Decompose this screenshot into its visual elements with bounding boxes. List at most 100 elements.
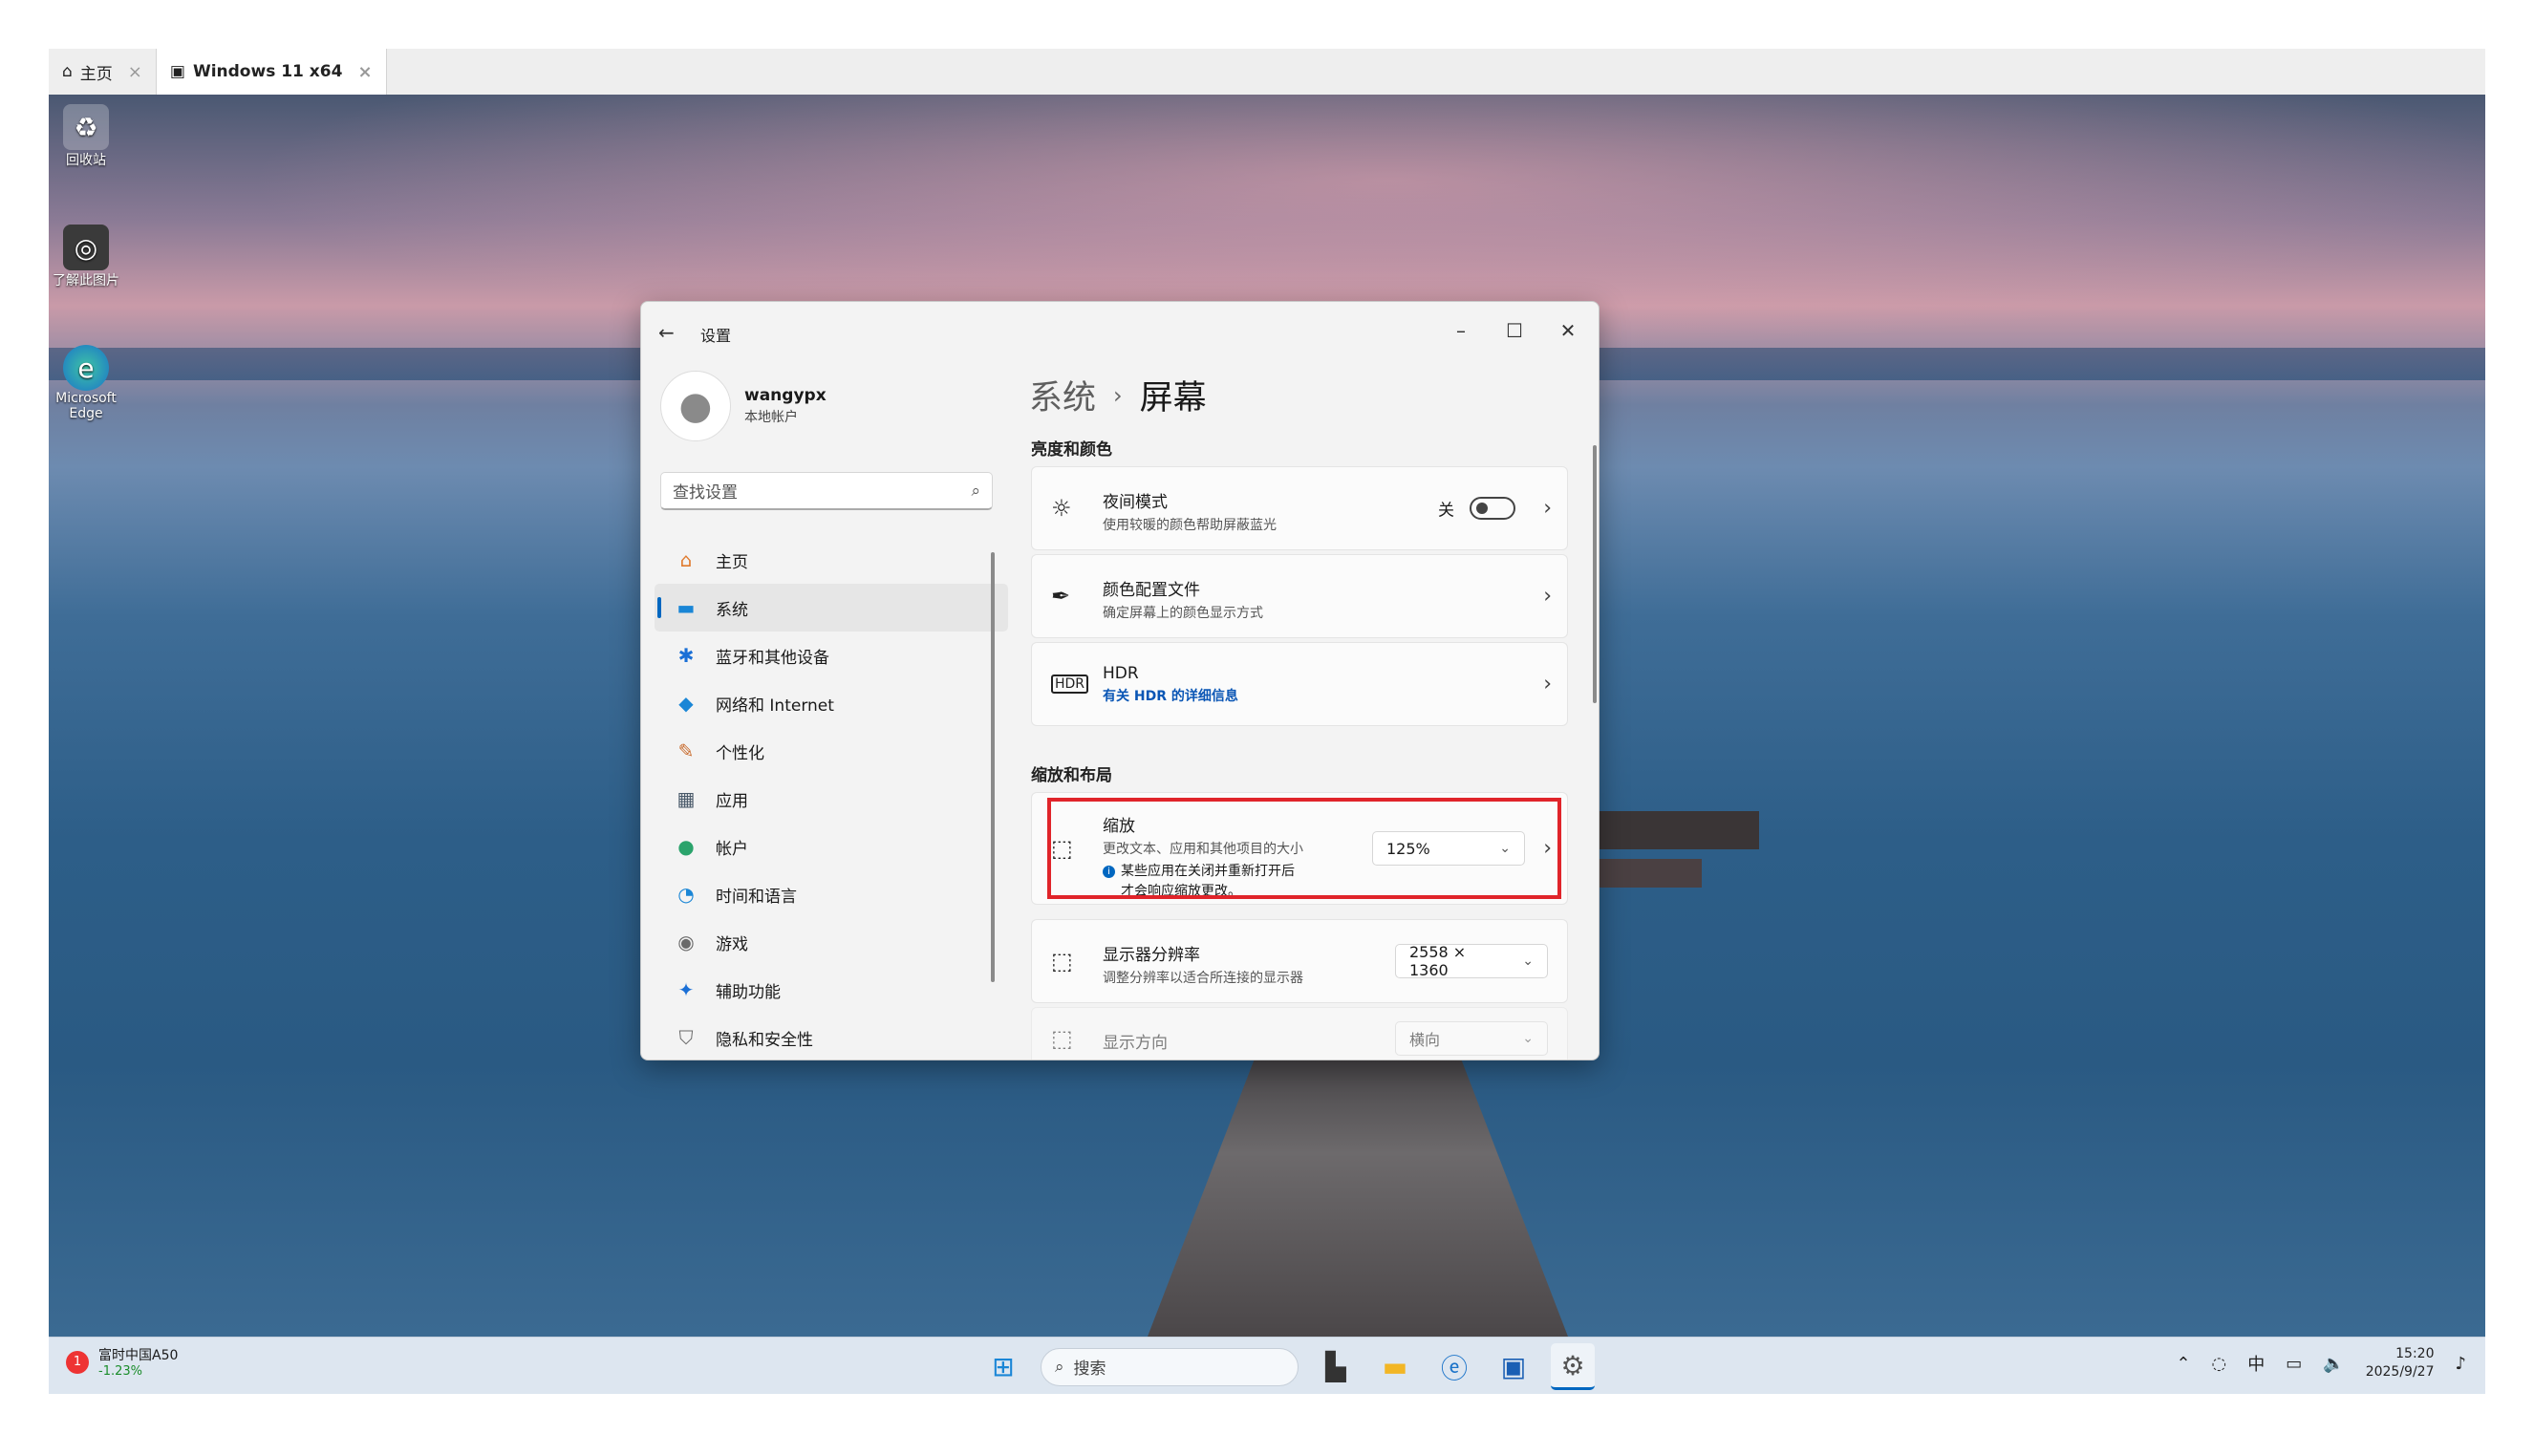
shield-icon: ⛉ <box>678 1026 694 1049</box>
chevron-right-icon: › <box>1113 381 1123 409</box>
nav-item-apps[interactable]: ▦ 应用 <box>655 775 1008 823</box>
section-header-brightness: 亮度和颜色 <box>1031 440 1112 460</box>
windows-start-icon[interactable]: ⊞ <box>981 1345 1025 1389</box>
breadcrumb-parent[interactable]: 系统 <box>1029 371 1096 419</box>
wallpaper-pier <box>1148 1031 1568 1337</box>
vm-tab-home[interactable]: ⌂ 主页 × <box>49 49 157 95</box>
nav-item-bluetooth[interactable]: ✱ 蓝牙和其他设备 <box>655 632 1008 679</box>
nav-item-accounts[interactable]: ● 帐户 <box>655 823 1008 870</box>
vm-icon: ▣ <box>169 62 185 81</box>
close-icon[interactable]: × <box>357 62 372 82</box>
file-explorer-icon[interactable]: ▬ <box>1373 1345 1417 1389</box>
night-light-toggle[interactable] <box>1470 497 1515 520</box>
desktop-icon-learn-picture[interactable]: ◎ 了解此图片 <box>49 225 123 289</box>
user-name: wangypx <box>744 386 827 405</box>
page-title: 屏幕 <box>1139 379 1207 418</box>
toggle-state-label: 关 <box>1438 501 1454 521</box>
desktop-icon-recycle-bin[interactable]: ♻ 回收站 <box>49 104 123 169</box>
close-button[interactable]: ✕ <box>1541 311 1595 350</box>
chevron-down-icon: ⌄ <box>1522 953 1534 969</box>
minimize-button[interactable]: – <box>1434 311 1488 350</box>
recycle-bin-icon: ♻ <box>63 104 109 150</box>
resolution-dropdown[interactable]: 2558 × 1360 ⌄ <box>1395 943 1548 979</box>
volume-icon[interactable]: 🔈 <box>2323 1354 2344 1374</box>
resolution-row[interactable]: ⬚ 显示器分辨率 调整分辨率以适合所连接的显示器 2558 × 1360 ⌄ <box>1031 919 1568 1003</box>
accessibility-icon: ✦ <box>677 978 695 1001</box>
chevron-down-icon: ⌄ <box>1522 1031 1534 1046</box>
pen-icon: ✒ <box>1051 583 1071 610</box>
gamepad-icon: ◉ <box>677 931 695 953</box>
settings-window: ← 设置 – ☐ ✕ ● wangypx 本地帐户 查找设置 ⌕ ⌂ 主页 ▬ 系统… <box>640 301 1600 1060</box>
wifi-icon: ◆ <box>678 692 694 715</box>
search-icon: ⌕ <box>1055 1357 1064 1377</box>
orientation-dropdown[interactable]: 横向 ⌄ <box>1395 1021 1548 1056</box>
globe-clock-icon: ◔ <box>677 883 695 906</box>
nav-item-network[interactable]: ◆ 网络和 Internet <box>655 679 1008 727</box>
window-title: 设置 <box>700 327 732 345</box>
hdr-row[interactable]: HDR HDR 有关 HDR 的详细信息 › <box>1031 642 1568 726</box>
hdr-info-link[interactable]: 有关 HDR 的详细信息 <box>1103 686 1238 705</box>
notification-badge: 1 <box>66 1350 89 1374</box>
settings-gear-icon[interactable]: ⚙ <box>1551 1343 1595 1390</box>
close-icon[interactable]: × <box>128 62 142 82</box>
nav-item-home[interactable]: ⌂ 主页 <box>655 536 1008 584</box>
user-card[interactable]: ● wangypx 本地帐户 <box>660 371 827 441</box>
taskbar-apps: ⊞ ⌕ 搜索 ▙ ▬ ⓔ ▣ ⚙ <box>981 1343 1595 1390</box>
breadcrumb: 系统 › 屏幕 <box>1029 371 1207 419</box>
bluetooth-icon: ✱ <box>677 644 695 667</box>
ime-indicator[interactable]: 中 <box>2247 1351 2265 1376</box>
search-icon: ⌕ <box>971 481 980 501</box>
content-scrollbar[interactable] <box>1593 445 1597 703</box>
edge-icon[interactable]: ⓔ <box>1432 1345 1476 1389</box>
maximize-button[interactable]: ☐ <box>1488 311 1541 350</box>
brush-icon: ✎ <box>677 739 695 762</box>
account-icon: ● <box>677 835 695 858</box>
settings-search-input[interactable]: 查找设置 ⌕ <box>660 472 993 510</box>
chevron-right-icon: › <box>1543 672 1552 696</box>
nav-item-privacy[interactable]: ⛉ 隐私和安全性 <box>655 1014 1008 1060</box>
chevron-right-icon: › <box>1543 496 1552 521</box>
system-tray: ⌃ ◌ 中 ▭ 🔈 15:20 2025/9/27 ♪ <box>2176 1345 2466 1381</box>
highlight-box <box>1047 798 1561 899</box>
nav-scrollbar[interactable] <box>991 552 995 982</box>
task-view-icon[interactable]: ▙ <box>1314 1345 1358 1389</box>
camera-icon: ◎ <box>63 225 109 270</box>
avatar: ● <box>660 371 731 441</box>
chevron-right-icon: › <box>1543 584 1552 609</box>
section-header-scale-layout: 缩放和布局 <box>1031 766 1112 785</box>
system-icon: ▬ <box>676 596 696 619</box>
account-type: 本地帐户 <box>744 410 798 425</box>
nav-item-system[interactable]: ▬ 系统 <box>655 584 1008 632</box>
back-arrow-icon[interactable]: ← <box>658 321 675 344</box>
apps-icon: ▦ <box>676 787 696 810</box>
taskbar: 1 富时中国A50 -1.23% ⊞ ⌕ 搜索 ▙ ▬ ⓔ ▣ ⚙ ⌃ ◌ 中 … <box>49 1337 2485 1395</box>
hdr-icon: HDR <box>1051 674 1089 694</box>
vm-status-bar <box>49 1394 2485 1423</box>
sun-icon: ☼ <box>1051 495 1072 522</box>
home-icon: ⌂ <box>679 548 693 571</box>
network-icon[interactable]: ◌ <box>2212 1354 2227 1374</box>
nav-item-personalization[interactable]: ✎ 个性化 <box>655 727 1008 775</box>
vm-tab-strip: ⌂ 主页 × ▣ Windows 11 x64 × <box>49 49 2485 96</box>
home-icon: ⌂ <box>62 62 73 81</box>
night-light-row[interactable]: ☼ 夜间模式 使用较暖的颜色帮助屏蔽蓝光 关 › <box>1031 466 1568 550</box>
nav-item-accessibility[interactable]: ✦ 辅助功能 <box>655 966 1008 1014</box>
notification-bell-icon[interactable]: ♪ <box>2456 1354 2467 1374</box>
settings-nav: ⌂ 主页 ▬ 系统 ✱ 蓝牙和其他设备 ◆ 网络和 Internet ✎ 个性化 ▦ 应用 … <box>655 536 1008 1060</box>
title-bar: ← 设置 – ☐ ✕ <box>641 302 1599 359</box>
resolution-icon: ⬚ <box>1051 948 1073 974</box>
chevron-up-icon[interactable]: ⌃ <box>2176 1354 2190 1374</box>
stock-widget[interactable]: 1 富时中国A50 -1.23% <box>66 1345 178 1379</box>
orientation-icon: ⬚ <box>1051 1025 1073 1052</box>
nav-item-gaming[interactable]: ◉ 游戏 <box>655 918 1008 966</box>
orientation-row[interactable]: ⬚ 显示方向 横向 ⌄ <box>1031 1007 1568 1060</box>
vm-tab-windows11[interactable]: ▣ Windows 11 x64 × <box>156 49 387 95</box>
desktop-icon-edge[interactable]: e Microsoft Edge <box>49 345 123 421</box>
edge-icon: e <box>63 345 109 391</box>
taskbar-search-input[interactable]: ⌕ 搜索 <box>1041 1347 1299 1386</box>
display-icon[interactable]: ▭ <box>2286 1354 2302 1374</box>
clock[interactable]: 15:20 2025/9/27 <box>2366 1345 2435 1381</box>
color-profile-row[interactable]: ✒ 颜色配置文件 确定屏幕上的颜色显示方式 › <box>1031 554 1568 638</box>
store-icon[interactable]: ▣ <box>1492 1345 1535 1389</box>
nav-item-time-language[interactable]: ◔ 时间和语言 <box>655 870 1008 918</box>
